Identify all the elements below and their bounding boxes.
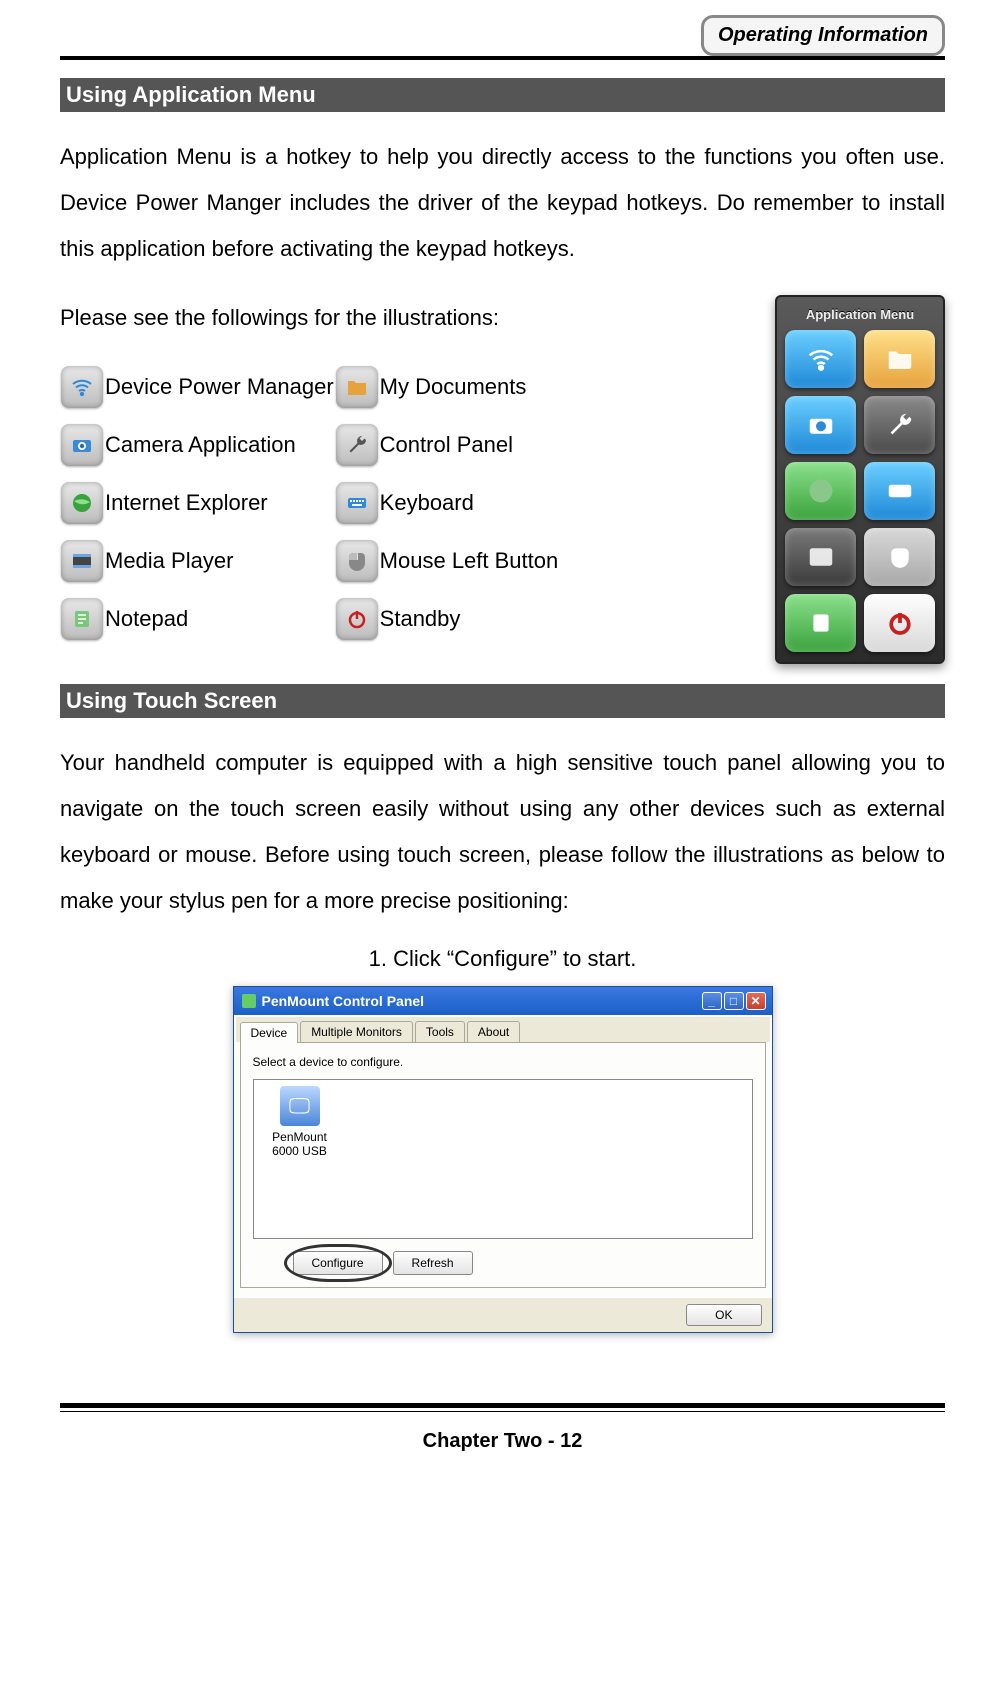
penmount-dialog: PenMount Control Panel _ □ ✕ Device Mult…	[233, 986, 773, 1333]
label-media-player: Media Player	[104, 539, 335, 583]
tab-about[interactable]: About	[467, 1021, 520, 1042]
page-footer: Chapter Two - 12	[60, 1430, 945, 1453]
app-menu-paragraph: Application Menu is a hotkey to help you…	[60, 134, 945, 273]
dialog-tabs: Device Multiple Monitors Tools About	[236, 1017, 770, 1042]
tile-folder-icon[interactable]	[864, 330, 935, 388]
footer-rule-thin	[60, 1411, 945, 1412]
dialog-titlebar: PenMount Control Panel _ □ ✕	[234, 987, 772, 1015]
tab-multiple-monitors[interactable]: Multiple Monitors	[300, 1021, 413, 1042]
step-1-text: 1. Click “Configure” to start.	[60, 946, 945, 972]
application-menu-panel-title: Application Menu	[785, 303, 935, 330]
wifi-icon	[61, 366, 103, 408]
label-notepad: Notepad	[104, 597, 335, 641]
tile-power-icon[interactable]	[864, 594, 935, 652]
label-standby: Standby	[379, 597, 560, 641]
device-list[interactable]: 🖵 PenMount 6000 USB	[253, 1079, 753, 1239]
section-title-app-menu: Using Application Menu	[60, 78, 945, 112]
label-keyboard: Keyboard	[379, 481, 560, 525]
refresh-button[interactable]: Refresh	[393, 1251, 473, 1275]
touch-screen-paragraph: Your handheld computer is equipped with …	[60, 740, 945, 925]
device-item-penmount[interactable]: 🖵 PenMount 6000 USB	[260, 1086, 340, 1158]
illustrations-lead: Please see the followings for the illust…	[60, 295, 745, 341]
icon-legend-table: Device Power Manager My Documents Camera…	[60, 351, 559, 655]
application-menu-panel: Application Menu	[775, 295, 945, 664]
label-device-power-manager: Device Power Manager	[104, 365, 335, 409]
camera-icon	[61, 424, 103, 466]
label-control-panel: Control Panel	[379, 423, 560, 467]
tile-wifi-icon[interactable]	[785, 330, 856, 388]
minimize-button[interactable]: _	[702, 992, 722, 1010]
monitor-icon: 🖵	[280, 1086, 320, 1126]
tile-wrench-icon[interactable]	[864, 396, 935, 454]
folder-icon	[336, 366, 378, 408]
tile-mouse-icon[interactable]	[864, 528, 935, 586]
globe-icon	[61, 482, 103, 524]
footer-rule-thick	[60, 1403, 945, 1408]
tile-globe-icon[interactable]	[785, 462, 856, 520]
power-icon	[336, 598, 378, 640]
tile-media-icon[interactable]	[785, 528, 856, 586]
label-mouse-left-button: Mouse Left Button	[379, 539, 560, 583]
dialog-app-icon	[242, 994, 256, 1008]
ok-button[interactable]: OK	[686, 1304, 761, 1326]
tab-tools[interactable]: Tools	[415, 1021, 465, 1042]
maximize-button[interactable]: □	[724, 992, 744, 1010]
wrench-icon	[336, 424, 378, 466]
configure-button[interactable]: Configure	[293, 1251, 383, 1275]
media-player-icon	[61, 540, 103, 582]
close-button[interactable]: ✕	[746, 992, 766, 1010]
dialog-title: PenMount Control Panel	[262, 993, 425, 1009]
device-item-label: PenMount 6000 USB	[260, 1130, 340, 1158]
label-internet-explorer: Internet Explorer	[104, 481, 335, 525]
dialog-hint: Select a device to configure.	[253, 1055, 753, 1069]
notepad-icon	[61, 598, 103, 640]
tab-device[interactable]: Device	[240, 1022, 299, 1043]
label-camera-application: Camera Application	[104, 423, 335, 467]
label-my-documents: My Documents	[379, 365, 560, 409]
tile-camera-icon[interactable]	[785, 396, 856, 454]
keyboard-icon	[336, 482, 378, 524]
section-title-touch-screen: Using Touch Screen	[60, 684, 945, 718]
header-rule	[60, 56, 945, 60]
tile-notepad-icon[interactable]	[785, 594, 856, 652]
tile-keyboard-icon[interactable]	[864, 462, 935, 520]
header-badge: Operating Information	[701, 15, 945, 56]
mouse-icon	[336, 540, 378, 582]
